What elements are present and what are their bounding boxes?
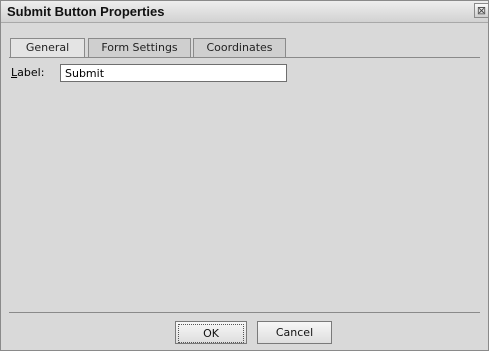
- close-icon[interactable]: ⊠: [474, 3, 488, 18]
- tab-coordinates-label: Coordinates: [206, 41, 273, 54]
- label-field-label: Label:: [11, 66, 44, 79]
- footer-divider: [9, 312, 480, 313]
- tab-general[interactable]: General: [10, 38, 85, 58]
- cancel-button-label: Cancel: [275, 326, 314, 339]
- tab-general-label: General: [25, 41, 70, 54]
- label-input[interactable]: [60, 64, 287, 82]
- general-panel: [9, 57, 480, 313]
- tab-coordinates[interactable]: Coordinates: [193, 38, 286, 57]
- ok-button-label: OK: [178, 324, 244, 343]
- properties-dialog: Submit Button Properties ⊠ General Form …: [0, 0, 489, 351]
- ok-button[interactable]: OK: [175, 321, 247, 344]
- dialog-title: Submit Button Properties: [7, 4, 165, 19]
- tab-form-settings-label: Form Settings: [101, 41, 178, 54]
- tab-form-settings[interactable]: Form Settings: [88, 38, 191, 57]
- cancel-button[interactable]: Cancel: [257, 321, 332, 344]
- label-field-label-rest: abel:: [17, 66, 45, 79]
- title-bar[interactable]: Submit Button Properties ⊠: [1, 1, 488, 23]
